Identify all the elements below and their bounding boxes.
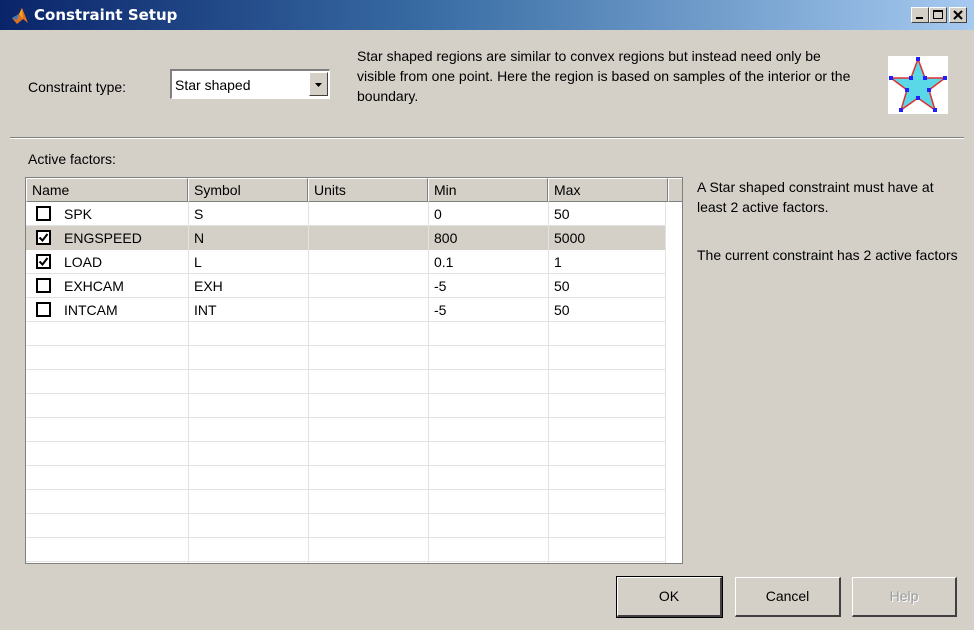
separator: [10, 137, 964, 139]
constraint-type-select[interactable]: Star shaped: [170, 69, 330, 99]
cell-max[interactable]: 50: [554, 274, 570, 298]
table-row[interactable]: EXHCAM EXH -5 50: [26, 274, 666, 298]
table-row[interactable]: INTCAM INT -5 50: [26, 298, 666, 322]
constraint-type-label: Constraint type:: [28, 79, 127, 95]
cell-symbol: INT: [194, 302, 217, 318]
table-row[interactable]: ENGSPEED N 800 5000: [26, 226, 666, 250]
row-divider: [26, 441, 666, 442]
cell-max[interactable]: 50: [554, 202, 570, 226]
cell-symbol: N: [194, 230, 205, 246]
cell-min[interactable]: 800: [434, 226, 457, 250]
column-divider: [428, 202, 429, 563]
cell-name: EXHCAM: [64, 278, 124, 294]
row-divider: [26, 465, 666, 466]
ok-button[interactable]: OK: [616, 576, 723, 618]
row-divider: [26, 489, 666, 490]
cell-min[interactable]: -5: [434, 274, 446, 298]
minimize-icon: [916, 17, 923, 19]
cell-min[interactable]: 0: [434, 202, 442, 226]
active-factors-label: Active factors:: [28, 151, 116, 167]
table-row[interactable]: LOAD L 0.1 1: [26, 250, 666, 274]
table-row[interactable]: SPK S 0 50: [26, 202, 666, 226]
factor-checkbox[interactable]: [36, 230, 51, 245]
factor-checkbox[interactable]: [36, 206, 51, 221]
cell-min[interactable]: -5: [434, 298, 446, 322]
cell-symbol: EXH: [194, 278, 223, 294]
column-header-min[interactable]: Min: [428, 178, 548, 202]
column-header-symbol[interactable]: Symbol: [188, 178, 308, 202]
column-divider: [188, 202, 189, 563]
cell-name: INTCAM: [64, 302, 118, 318]
row-divider: [26, 561, 666, 562]
checkmark-icon: [38, 233, 49, 243]
factor-requirement-text: A Star shaped constraint must have at le…: [697, 179, 934, 215]
title-bar[interactable]: Constraint Setup: [0, 0, 974, 30]
row-divider: [26, 345, 666, 346]
cell-name: ENGSPEED: [64, 230, 142, 246]
close-button[interactable]: [949, 7, 967, 23]
cell-symbol: S: [194, 206, 204, 222]
factor-checkbox[interactable]: [36, 278, 51, 293]
cell-max[interactable]: 5000: [554, 226, 585, 250]
column-header-max[interactable]: Max: [548, 178, 668, 202]
window-title: Constraint Setup: [34, 6, 178, 24]
constraint-status-text: The current constraint has 2 active fact…: [697, 247, 958, 263]
checkmark-icon: [38, 257, 49, 267]
chevron-down-icon: [315, 83, 322, 87]
column-header-name[interactable]: Name: [26, 178, 188, 202]
factor-checkbox[interactable]: [36, 302, 51, 317]
factor-checkbox[interactable]: [36, 254, 51, 269]
maximize-icon: [933, 10, 943, 19]
column-divider: [548, 202, 549, 563]
row-divider: [26, 513, 666, 514]
matlab-logo-icon: [12, 8, 28, 24]
cell-max[interactable]: 50: [554, 298, 570, 322]
constraint-type-value: Star shaped: [175, 77, 251, 93]
maximize-button[interactable]: [929, 7, 947, 23]
factors-table[interactable]: Name Symbol Units Min Max SPK S 0 50 ENGSPEE…: [25, 177, 683, 564]
row-divider: [26, 537, 666, 538]
cell-name: LOAD: [64, 254, 103, 270]
table-scroll-gutter: [665, 202, 682, 563]
close-icon: [953, 10, 963, 20]
row-divider: [26, 369, 666, 370]
cell-min[interactable]: 0.1: [434, 250, 453, 274]
cancel-button[interactable]: Cancel: [735, 577, 841, 617]
constraint-description: Star shaped regions are similar to conve…: [357, 48, 851, 104]
minimize-button[interactable]: [911, 7, 929, 23]
cell-name: SPK: [64, 206, 93, 222]
column-divider: [308, 202, 309, 563]
cell-max[interactable]: 1: [554, 250, 562, 274]
star-shape-icon: [888, 56, 948, 114]
dropdown-button[interactable]: [309, 72, 328, 96]
row-divider: [26, 393, 666, 394]
cell-symbol: L: [194, 254, 202, 270]
row-divider: [26, 417, 666, 418]
column-header-units[interactable]: Units: [308, 178, 428, 202]
column-header-filler: [668, 178, 682, 202]
help-button[interactable]: Help: [852, 577, 957, 617]
